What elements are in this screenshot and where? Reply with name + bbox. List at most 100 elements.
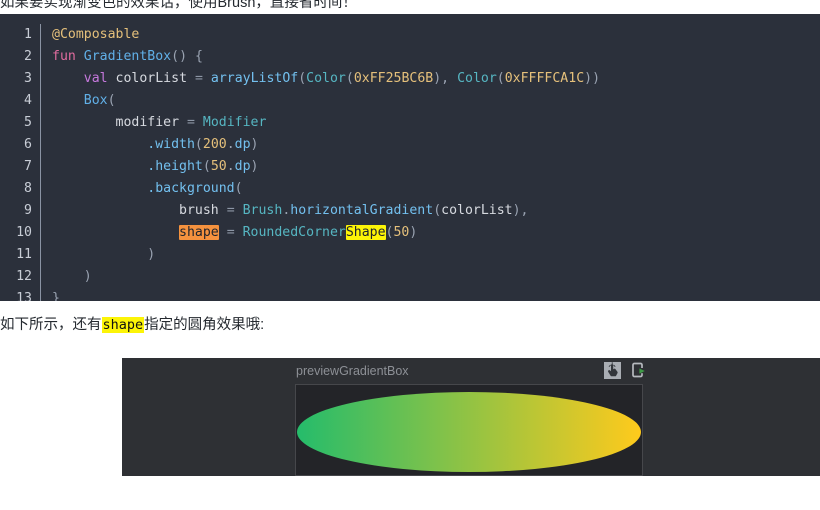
- line-number: 2: [24, 49, 32, 64]
- run-on-device-icon[interactable]: [631, 362, 648, 379]
- code-line: 12 ): [0, 266, 820, 288]
- preview-action-buttons: [604, 362, 648, 379]
- code-block[interactable]: 1 @Composable 2 fun GradientBox() { 3 va…: [0, 14, 820, 301]
- token-type-color: Color: [457, 71, 497, 86]
- token-call-arraylistof: arrayListOf: [210, 71, 299, 86]
- line-number: 6: [24, 137, 32, 152]
- gradient-box-preview: [297, 392, 641, 472]
- code-line-content: fun GradientBox() {: [52, 46, 203, 68]
- token-type-modifier: Modifier: [202, 115, 267, 130]
- line-number: 8: [24, 181, 32, 196]
- token-punct: .: [226, 159, 235, 174]
- gutter-divider: [40, 68, 41, 90]
- line-number: 10: [16, 225, 32, 240]
- token-punct: ): [250, 159, 259, 174]
- preview-device-frame: [295, 384, 643, 476]
- line-number: 5: [24, 115, 32, 130]
- token-type-roundedcorner: RoundedCorner: [242, 225, 346, 240]
- line-number: 13: [16, 291, 32, 301]
- token-punct: (: [107, 93, 116, 108]
- code-line-content: .background(: [52, 178, 243, 200]
- token-punct: (: [345, 71, 354, 86]
- code-line-content: .width(200.dp): [52, 134, 258, 156]
- token-punct: ),: [433, 71, 450, 86]
- token-num-50: 50: [210, 159, 227, 174]
- preview-header: previewGradientBox: [122, 358, 820, 384]
- token-punct: )): [584, 71, 601, 86]
- code-line-content: modifier = Modifier: [52, 112, 267, 134]
- code-line: 8 .background(: [0, 178, 820, 200]
- token-op: =: [226, 225, 235, 240]
- token-punct: (: [433, 203, 442, 218]
- token-color-green-hex: 0xFF25BC6B: [353, 71, 434, 86]
- token-arg-colorlist: colorList: [441, 203, 513, 218]
- token-num-corner-50: 50: [393, 225, 410, 240]
- gutter-divider: [40, 112, 41, 134]
- code-line: 3 val colorList = arrayListOf(Color(0xFF…: [0, 68, 820, 90]
- code-line-content: brush = Brush.horizontalGradient(colorLi…: [52, 200, 529, 222]
- gutter-divider: [40, 90, 41, 112]
- line-number: 11: [16, 247, 32, 262]
- token-param-modifier: modifier: [115, 115, 180, 130]
- token-num-200: 200: [202, 137, 227, 152]
- code-line-content: ): [52, 244, 155, 266]
- token-composable-box: Box: [83, 93, 108, 108]
- gutter-divider: [40, 222, 41, 244]
- gutter-divider: [40, 46, 41, 68]
- gutter-divider: [40, 156, 41, 178]
- gutter-divider: [40, 24, 41, 46]
- token-op: =: [226, 203, 235, 218]
- gutter-divider: [40, 266, 41, 288]
- token-punct: .: [226, 137, 235, 152]
- token-fn-background: .background: [147, 181, 235, 196]
- code-line-content: Box(: [52, 90, 116, 112]
- compose-preview-panel: previewGradientBox: [122, 358, 820, 476]
- code-line: 6 .width(200.dp): [0, 134, 820, 156]
- code-line-content: val colorList = arrayListOf(Color(0xFF25…: [52, 68, 600, 90]
- token-punct: (: [234, 181, 243, 196]
- line-number: 9: [24, 203, 32, 218]
- line-number: 4: [24, 93, 32, 108]
- token-function-name: GradientBox: [83, 49, 172, 64]
- code-line-content: ): [52, 266, 92, 288]
- mid-paragraph: 如下所示，还有shape指定的圆角效果哦:: [0, 301, 820, 358]
- token-fn-horizontal-gradient: horizontalGradient: [290, 203, 434, 218]
- token-punct: }: [52, 291, 60, 301]
- token-param-brush: brush: [179, 203, 219, 218]
- token-fun-keyword: fun: [52, 49, 76, 64]
- token-punct: ),: [512, 203, 529, 218]
- token-val-keyword: val: [83, 71, 108, 86]
- token-color-yellow-hex: 0xFFFFCA1C: [504, 71, 585, 86]
- line-number: 1: [24, 27, 32, 42]
- code-line-highlighted: 10 shape = RoundedCornerShape(50): [0, 222, 820, 244]
- gutter-divider: [40, 178, 41, 200]
- highlight-yellow-shape: Shape: [345, 225, 386, 240]
- preview-area: previewGradientBox: [0, 358, 820, 476]
- token-punct: ): [409, 225, 418, 240]
- token-punct: ): [83, 269, 92, 284]
- preview-title: previewGradientBox: [296, 364, 409, 378]
- code-line: 4 Box(: [0, 90, 820, 112]
- token-fn-height: .height: [147, 159, 203, 174]
- token-op: =: [187, 115, 195, 130]
- code-line: 9 brush = Brush.horizontalGradient(color…: [0, 200, 820, 222]
- gutter-divider: [40, 200, 41, 222]
- interactive-mode-icon[interactable]: [604, 362, 621, 379]
- token-op: =: [194, 71, 203, 86]
- code-line-content: .height(50.dp): [52, 156, 259, 178]
- token-punct: () {: [171, 49, 203, 64]
- token-punct: ): [147, 247, 156, 262]
- code-line: 7 .height(50.dp): [0, 156, 820, 178]
- mid-paragraph-highlight: shape: [101, 317, 145, 333]
- token-punct: (: [194, 137, 203, 152]
- token-type-color: Color: [306, 71, 346, 86]
- code-line-content: shape = RoundedCornerShape(50): [52, 222, 417, 244]
- code-line: 2 fun GradientBox() {: [0, 46, 820, 68]
- code-lines: 1 @Composable 2 fun GradientBox() { 3 va…: [0, 24, 820, 301]
- code-line: 1 @Composable: [0, 24, 820, 46]
- line-number: 12: [16, 269, 32, 284]
- token-var-colorlist: colorList: [115, 71, 188, 86]
- code-line-content: }: [52, 288, 60, 301]
- mid-paragraph-after: 指定的圆角效果哦:: [144, 317, 265, 333]
- token-punct: (: [496, 71, 505, 86]
